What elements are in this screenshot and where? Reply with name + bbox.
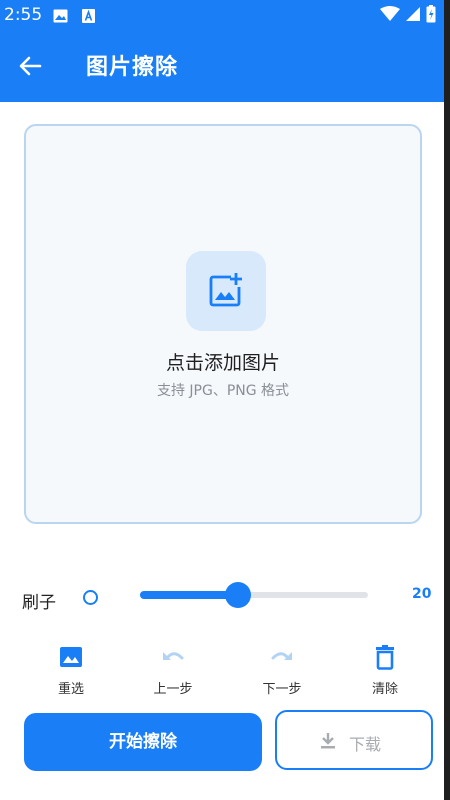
add-photo-button xyxy=(186,251,266,331)
image-notification-icon xyxy=(53,9,68,23)
slider-thumb[interactable] xyxy=(225,582,252,608)
cellular-icon xyxy=(406,7,420,21)
download-label: 下载 xyxy=(349,735,382,754)
add-photo-icon xyxy=(209,273,242,307)
app-bar: 图片擦除 xyxy=(0,30,444,102)
clear-button[interactable]: 清除 xyxy=(345,640,425,702)
brush-size-value: 20 xyxy=(412,586,432,602)
brush-size-slider[interactable] xyxy=(140,580,368,610)
font-a-notification-icon xyxy=(82,9,95,23)
download-button[interactable]: 下载 xyxy=(275,710,433,770)
reselect-label: 重选 xyxy=(57,682,84,697)
upload-title: 点击添加图片 xyxy=(165,352,280,374)
wifi-icon xyxy=(380,6,400,21)
arrow-left-icon xyxy=(19,56,42,76)
battery-icon xyxy=(426,5,436,23)
page-title: 图片擦除 xyxy=(86,55,179,80)
brush-size-preview xyxy=(83,590,98,605)
image-upload-area[interactable]: 点击添加图片 支持 JPG、PNG 格式 xyxy=(24,124,422,524)
redo-button[interactable]: 下一步 xyxy=(242,640,322,702)
undo-button[interactable]: 上一步 xyxy=(133,640,213,702)
undo-label: 上一步 xyxy=(153,682,193,697)
download-icon xyxy=(321,733,335,749)
trash-icon xyxy=(376,645,394,670)
redo-label: 下一步 xyxy=(262,682,302,697)
slider-fill xyxy=(140,591,239,599)
undo-icon xyxy=(163,652,184,660)
reselect-button[interactable]: 重选 xyxy=(31,640,111,702)
redo-icon xyxy=(271,652,292,660)
screen-edge xyxy=(444,0,450,800)
start-erase-button[interactable]: 开始擦除 xyxy=(24,713,262,771)
image-icon xyxy=(60,647,82,667)
brush-label: 刷子 xyxy=(22,593,56,613)
clear-label: 清除 xyxy=(371,682,398,697)
upload-hint: 支持 JPG、PNG 格式 xyxy=(156,383,290,399)
back-button[interactable] xyxy=(14,50,46,82)
status-bar: 2:55 xyxy=(0,0,444,30)
status-time: 2:55 xyxy=(4,5,43,25)
